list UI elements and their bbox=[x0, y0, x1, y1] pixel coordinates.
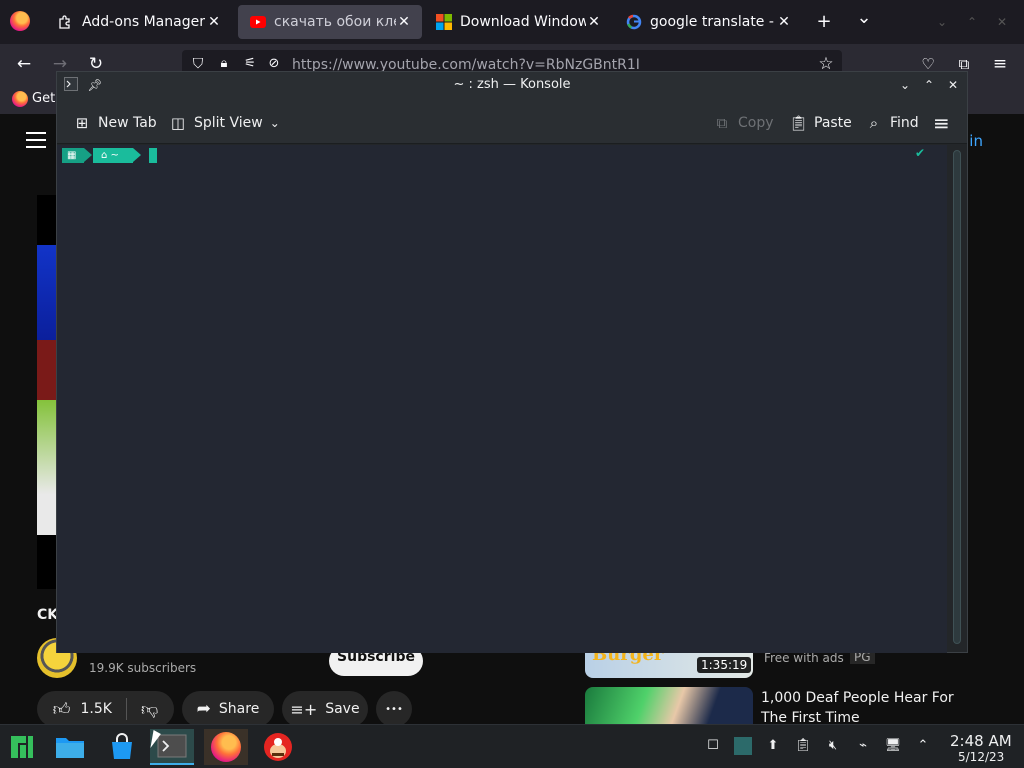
volume-muted-icon[interactable]: 🔇︎ bbox=[824, 737, 842, 755]
puzzle-icon bbox=[58, 14, 74, 30]
share-icon: ➦ bbox=[196, 699, 211, 719]
hamburger-menu-icon[interactable] bbox=[26, 132, 46, 148]
firefox-taskbar-icon[interactable] bbox=[204, 729, 248, 765]
mario-game-icon[interactable] bbox=[256, 729, 300, 765]
bookmark-get-started[interactable]: Get bbox=[32, 91, 55, 106]
network-icon[interactable]: 🖥︎ bbox=[884, 737, 902, 755]
video-duration: 1:35:19 bbox=[697, 657, 752, 673]
divider bbox=[125, 698, 127, 720]
minimize-icon[interactable]: ⌄ bbox=[897, 77, 913, 93]
share-label: Share bbox=[218, 701, 260, 717]
back-icon[interactable]: ← bbox=[12, 52, 36, 76]
paste-icon: 📋︎ bbox=[789, 114, 809, 132]
close-tab-icon[interactable]: ✕ bbox=[396, 14, 412, 30]
close-tab-icon[interactable]: ✕ bbox=[586, 14, 602, 30]
new-tab-icon: ⊞ bbox=[75, 114, 89, 132]
tab-addons-manager[interactable]: Add-ons Manager ✕ bbox=[46, 5, 232, 39]
save-label: Save bbox=[325, 701, 360, 717]
share-button[interactable]: ➦ Share bbox=[182, 691, 274, 727]
software-center-icon[interactable] bbox=[100, 729, 144, 765]
usb-device-icon[interactable]: ⌁ bbox=[854, 737, 872, 755]
search-icon: ⌕ bbox=[869, 114, 879, 132]
paste-label: Paste bbox=[814, 115, 852, 131]
app-menu-icon[interactable]: ≡ bbox=[988, 52, 1012, 76]
clock-time[interactable]: 2:48 AM bbox=[950, 732, 1012, 750]
like-count: 1.5K bbox=[80, 701, 112, 717]
video-frame bbox=[37, 340, 57, 400]
firefox-menu-icon[interactable] bbox=[10, 11, 30, 31]
video-frame bbox=[37, 245, 57, 340]
minimize-icon[interactable]: ⌄ bbox=[930, 10, 954, 34]
firefox-bookmark-icon bbox=[12, 91, 28, 107]
prompt-directory-segment: ⌂ ~ bbox=[93, 148, 133, 163]
chevron-down-icon: ⌄ bbox=[269, 116, 280, 130]
tab-title: скачать обои клеш bbox=[274, 14, 396, 30]
copy-label: Copy bbox=[738, 115, 774, 131]
konsole-window: 📌︎ ~ : zsh — Konsole ⌄ ⌃ ✕ ⊞ New Tab ◫ S… bbox=[56, 71, 968, 653]
tab-title: google translate - Go bbox=[650, 14, 776, 30]
video-title: CK bbox=[37, 607, 59, 623]
app-launcher-icon[interactable] bbox=[0, 729, 44, 765]
status-check-icon: ✔ bbox=[915, 146, 926, 160]
tab-list-button[interactable]: ⌄ bbox=[852, 6, 876, 30]
save-button[interactable]: ≡+ Save bbox=[282, 691, 368, 727]
close-tab-icon[interactable]: ✕ bbox=[776, 14, 792, 30]
clipboard-icon[interactable]: 📋︎ bbox=[794, 737, 812, 755]
copy-icon: ⧉ bbox=[716, 114, 728, 132]
thumbs-down-icon[interactable]: 👎︎ bbox=[141, 699, 158, 720]
terminal-scrollbar[interactable] bbox=[953, 150, 961, 644]
find-label: Find bbox=[890, 115, 919, 131]
split-view-icon: ◫ bbox=[170, 114, 186, 132]
terminal-area[interactable] bbox=[57, 145, 947, 653]
free-with-ads-label: Free with ads bbox=[764, 651, 844, 665]
close-tab-icon[interactable]: ✕ bbox=[206, 14, 222, 30]
close-window-icon[interactable]: ✕ bbox=[990, 10, 1014, 34]
find-button[interactable]: ⌕ Find bbox=[865, 112, 919, 134]
updates-icon[interactable]: ⬆ bbox=[764, 737, 782, 755]
tray-expand-icon[interactable]: ⌃ bbox=[914, 737, 932, 755]
prompt-separator bbox=[133, 148, 141, 162]
prompt-os-segment: ▦ bbox=[62, 148, 84, 163]
hamburger-menu-icon[interactable]: ≡ bbox=[933, 111, 950, 135]
split-view-button[interactable]: ◫ Split View ⌄ bbox=[169, 112, 280, 134]
file-manager-icon[interactable] bbox=[48, 729, 92, 765]
tab-download-windows[interactable]: Download Windows ✕ bbox=[424, 5, 612, 39]
more-actions-button[interactable]: ••• bbox=[376, 691, 412, 727]
window-title: ~ : zsh — Konsole bbox=[453, 77, 571, 92]
new-tab-button[interactable]: + bbox=[812, 10, 836, 34]
show-desktop-icon[interactable]: ☐ bbox=[704, 737, 722, 755]
youtube-icon bbox=[250, 14, 266, 30]
pager-icon[interactable] bbox=[734, 737, 752, 755]
split-view-label: Split View bbox=[194, 115, 263, 131]
close-window-icon[interactable]: ✕ bbox=[945, 77, 961, 93]
tab-title: Add-ons Manager bbox=[82, 14, 205, 30]
subscriber-count: 19.9K subscribers bbox=[89, 661, 197, 675]
system-tray: ☐ ⬆ 📋︎ 🔇︎ ⌁ 🖥︎ ⌃ bbox=[704, 737, 932, 755]
prompt-separator bbox=[84, 148, 92, 162]
recommended-video-title[interactable]: 1,000 Deaf People Hear For The First Tim… bbox=[761, 688, 981, 728]
google-icon bbox=[626, 14, 642, 30]
maximize-icon[interactable]: ⌃ bbox=[921, 77, 937, 93]
like-dislike-group: 👍︎ 1.5K 👎︎ bbox=[37, 691, 174, 727]
like-button[interactable]: 👍︎ 1.5K bbox=[53, 699, 112, 720]
playlist-add-icon: ≡+ bbox=[290, 699, 318, 719]
microsoft-icon bbox=[436, 14, 452, 30]
new-tab-button[interactable]: ⊞ New Tab bbox=[73, 112, 157, 134]
tab-title: Download Windows bbox=[460, 14, 586, 30]
tab-youtube[interactable]: скачать обои клеш ✕ bbox=[238, 5, 422, 39]
tab-google-translate[interactable]: google translate - Go ✕ bbox=[614, 5, 802, 39]
terminal-cursor bbox=[149, 148, 157, 163]
video-frame bbox=[37, 400, 57, 535]
maximize-icon[interactable]: ⌃ bbox=[960, 10, 984, 34]
thumbs-up-icon: 👍︎ bbox=[52, 699, 71, 720]
paste-button[interactable]: 📋︎ Paste bbox=[789, 112, 852, 134]
recommended-thumbnail[interactable] bbox=[585, 687, 753, 725]
new-tab-label: New Tab bbox=[98, 115, 157, 131]
copy-button[interactable]: ⧉ Copy bbox=[713, 112, 774, 134]
clock-date[interactable]: 5/12/23 bbox=[958, 750, 1004, 764]
